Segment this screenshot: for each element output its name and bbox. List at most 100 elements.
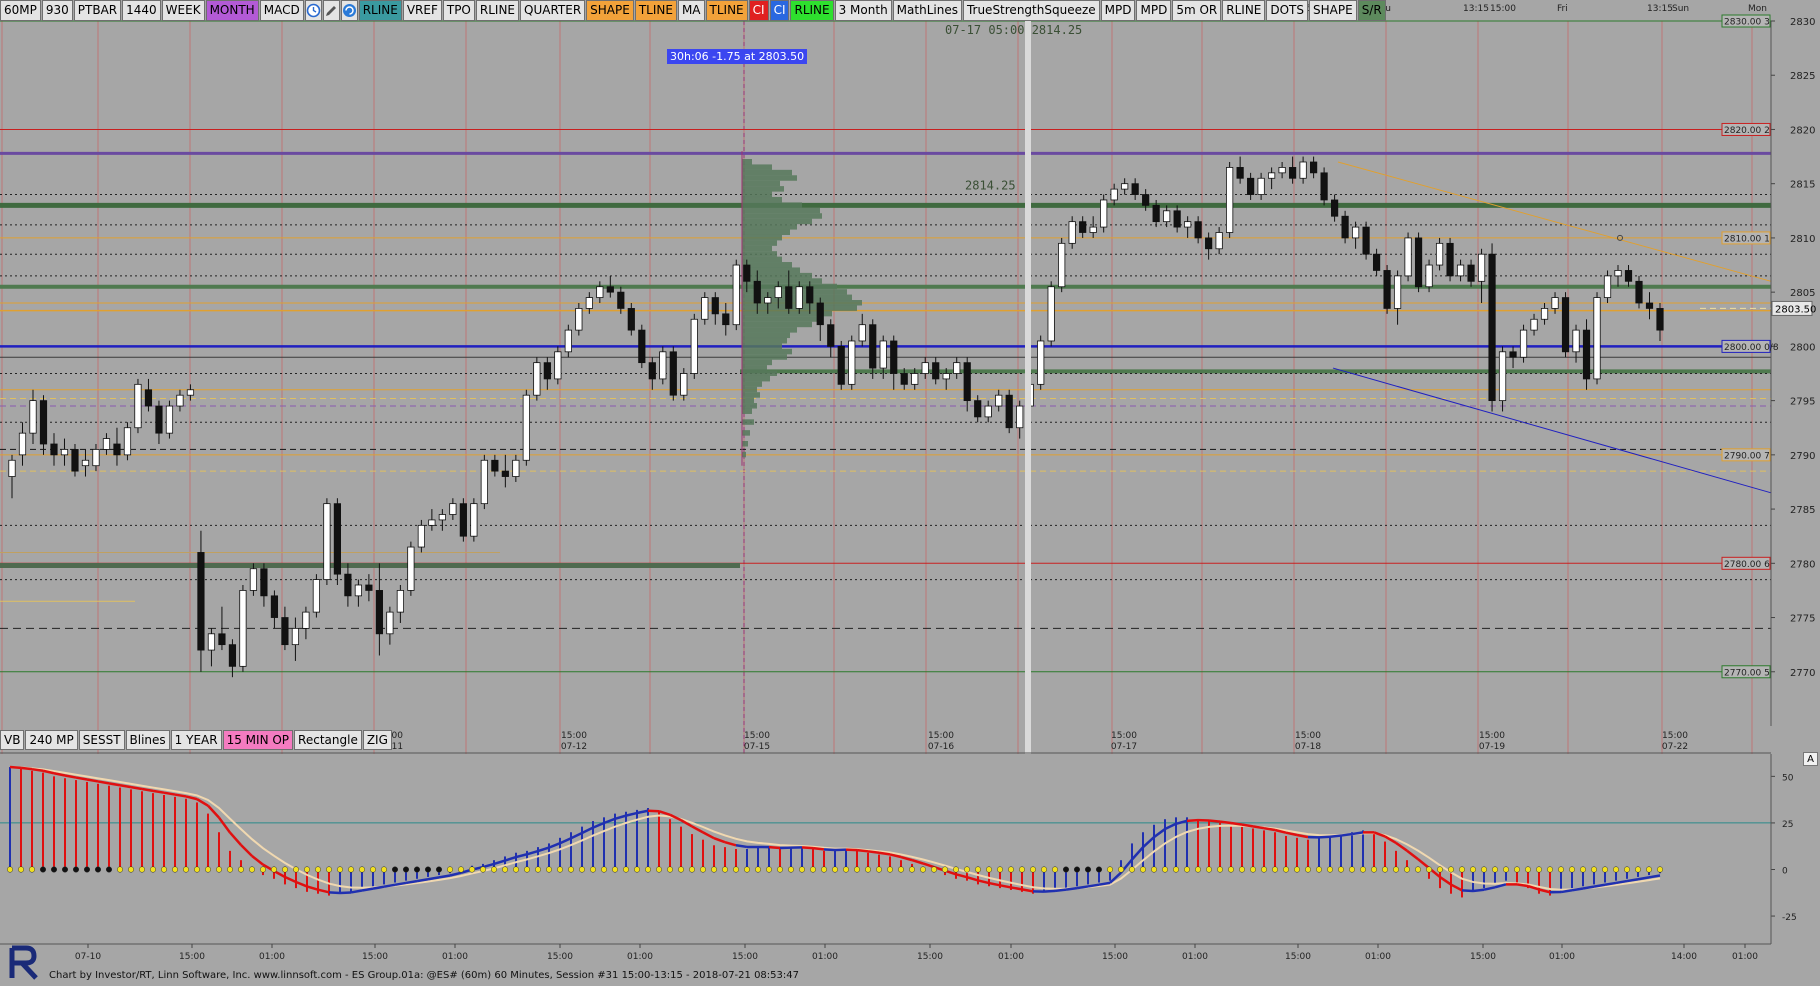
macd-tick: 0 <box>1782 866 1788 876</box>
squeeze-dot <box>876 867 882 873</box>
squeeze-dot <box>480 867 486 873</box>
squeeze-dot <box>1503 867 1509 873</box>
toolbar-tline-button[interactable]: TLINE <box>706 0 748 21</box>
panel-rectangle-button[interactable]: Rectangle <box>294 730 362 750</box>
squeeze-dot <box>1250 867 1256 873</box>
session-time: 15:00 <box>561 731 587 741</box>
squeeze-dot <box>788 867 794 873</box>
panel-zig-button[interactable]: ZIG <box>363 730 392 750</box>
toolbar-ci-button[interactable]: CI <box>749 0 769 21</box>
toolbar-tline-button[interactable]: TLINE <box>635 0 677 21</box>
refresh-icon[interactable] <box>341 0 358 21</box>
panel-sesst-button[interactable]: SESST <box>79 730 125 750</box>
panel-240-mp-button[interactable]: 240 MP <box>25 730 77 750</box>
session-time: 15:00 <box>744 731 770 741</box>
squeeze-dot <box>1382 867 1388 873</box>
squeeze-dot <box>1294 867 1300 873</box>
squeeze-dot <box>777 867 783 873</box>
squeeze-dot <box>62 867 68 873</box>
time-label: 01:00 <box>259 952 285 962</box>
toolbar-month-button[interactable]: MONTH <box>206 0 259 21</box>
toolbar-rline-button[interactable]: RLINE <box>790 0 833 21</box>
candle <box>1594 292 1600 384</box>
squeeze-dot <box>568 867 574 873</box>
toolbar-macd-button[interactable]: MACD <box>260 0 304 21</box>
squeeze-dot <box>898 867 904 873</box>
candle <box>471 498 477 541</box>
candle <box>481 455 487 509</box>
squeeze-dot <box>172 867 178 873</box>
macd-tick: 50 <box>1782 773 1794 783</box>
candle <box>838 341 844 390</box>
panel-vb-button[interactable]: VB <box>0 730 24 750</box>
session-time: 15:00 <box>1295 731 1321 741</box>
panel-1-year-button[interactable]: 1 YEAR <box>171 730 222 750</box>
squeeze-dot <box>1393 867 1399 873</box>
toolbar-ci-button[interactable]: CI <box>770 0 790 21</box>
toolbar-5m-or-button[interactable]: 5m OR <box>1172 0 1221 21</box>
candle <box>1048 281 1054 346</box>
squeeze-dot <box>337 867 343 873</box>
squeeze-dot <box>1646 867 1652 873</box>
price-tick: 2805 <box>1790 288 1815 299</box>
candle <box>1100 195 1106 233</box>
panel-blines-button[interactable]: Blines <box>126 730 170 750</box>
level-tag: 2800.00 0/8 <box>1722 340 1779 353</box>
toolbar-930-button[interactable]: 930 <box>42 0 73 21</box>
pencil-icon[interactable] <box>323 0 340 21</box>
toolbar-mpd-button[interactable]: MPD <box>1101 0 1136 21</box>
toolbar-3-month-button[interactable]: 3 Month <box>835 0 892 21</box>
autoscale-button[interactable]: A <box>1803 752 1818 766</box>
toolbar-week-button[interactable]: WEEK <box>162 0 205 21</box>
bottom-toolbar: VB240 MPSESSTBlines1 YEAR15 MIN OPRectan… <box>0 730 392 750</box>
toolbar-truestrengthsqueeze-button[interactable]: TrueStrengthSqueeze <box>963 0 1100 21</box>
panel-15-min-op-button[interactable]: 15 MIN OP <box>223 730 293 750</box>
candle <box>1058 238 1064 292</box>
level-tag: 2820.00 2 <box>1722 123 1770 135</box>
squeeze-dot <box>535 867 541 873</box>
candle <box>660 346 666 384</box>
squeeze-dot <box>821 867 827 873</box>
candle <box>460 498 466 541</box>
toolbar-60mp-button[interactable]: 60MP <box>0 0 41 21</box>
squeeze-dot <box>216 867 222 873</box>
candle <box>124 422 130 460</box>
clock-icon[interactable] <box>305 0 322 21</box>
squeeze-dot <box>304 867 310 873</box>
toolbar-tpo-button[interactable]: TPO <box>443 0 475 21</box>
toolbar-rline-button[interactable]: RLINE <box>1222 0 1265 21</box>
toolbar-shape-button[interactable]: SHAPE <box>586 0 634 21</box>
squeeze-dot <box>1492 867 1498 873</box>
toolbar-rline-button[interactable]: RLINE <box>476 0 519 21</box>
toolbar-s-r-button[interactable]: S/R <box>1358 0 1386 21</box>
time-label: 15:00 <box>1470 952 1496 962</box>
toolbar-vref-button[interactable]: VREF <box>403 0 442 21</box>
toolbar-quarter-button[interactable]: QUARTER <box>520 0 585 21</box>
svg-text:2803.50: 2803.50 <box>1775 304 1816 315</box>
squeeze-dot <box>458 867 464 873</box>
time-label: 15:00 <box>362 952 388 962</box>
squeeze-dot <box>1261 867 1267 873</box>
candle <box>408 542 414 596</box>
toolbar-mpd-button[interactable]: MPD <box>1136 0 1171 21</box>
squeeze-dot <box>909 867 915 873</box>
toolbar-dots-button[interactable]: DOTS <box>1266 0 1308 21</box>
candle <box>1489 243 1495 411</box>
chart-canvas[interactable]: 2814.25 28302825282028152810280528002795… <box>0 0 1820 985</box>
squeeze-dot <box>29 867 35 873</box>
squeeze-dot <box>1470 867 1476 873</box>
top-toolbar: 60MP930PTBAR1440WEEKMONTHMACDRLINEVREFTP… <box>0 0 1268 21</box>
toolbar-mathlines-button[interactable]: MathLines <box>893 0 962 21</box>
squeeze-dot <box>1052 867 1058 873</box>
squeeze-dot <box>183 867 189 873</box>
squeeze-dot <box>128 867 134 873</box>
candle <box>733 260 739 331</box>
session-time: 15:00 <box>1662 731 1688 741</box>
toolbar-ptbar-button[interactable]: PTBAR <box>74 0 121 21</box>
squeeze-dot <box>832 867 838 873</box>
toolbar-shape-button[interactable]: SHAPE <box>1309 0 1357 21</box>
squeeze-dot <box>964 867 970 873</box>
toolbar-rline-button[interactable]: RLINE <box>359 0 402 21</box>
toolbar-1440-button[interactable]: 1440 <box>122 0 161 21</box>
toolbar-ma-button[interactable]: MA <box>678 0 705 21</box>
